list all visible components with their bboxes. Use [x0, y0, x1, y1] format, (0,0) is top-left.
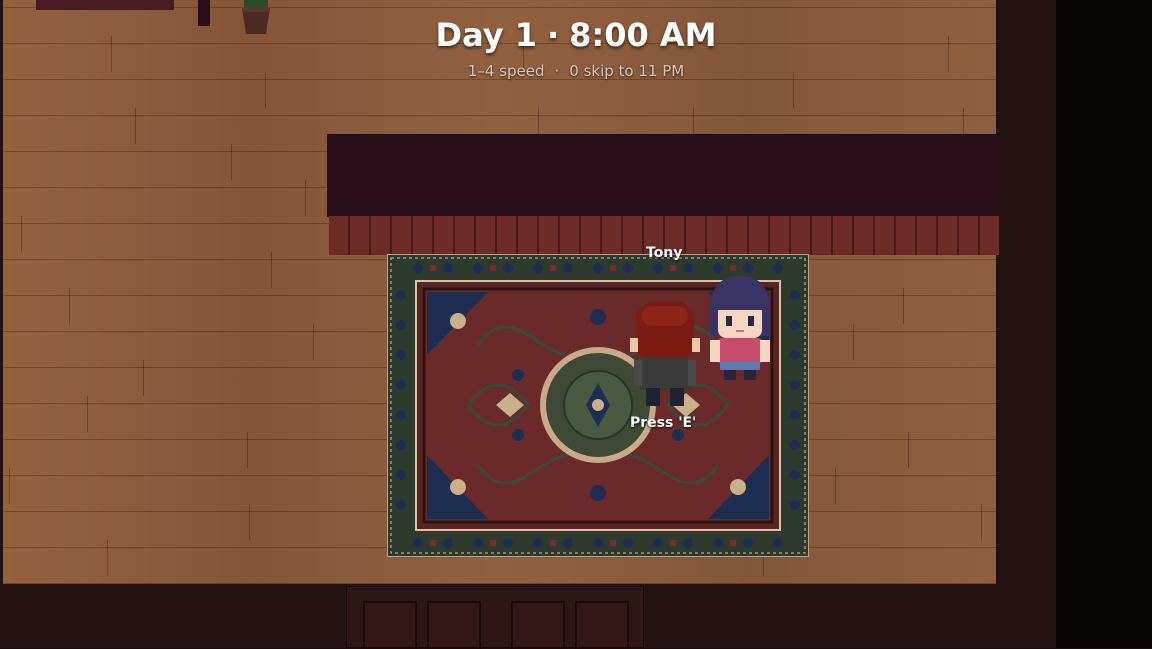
left-wall-edge: [0, 0, 3, 584]
out-of-bounds-void: [1056, 0, 1152, 648]
hud-separator: ·: [546, 16, 560, 54]
hud-clock: Day 1 · 8:00 AM: [0, 16, 1152, 54]
hud-time: 8:00 AM: [569, 16, 717, 54]
tony-npc-sprite[interactable]: [628, 300, 702, 410]
hint-speed: 1–4 speed: [467, 62, 545, 80]
girl-player-sprite: [704, 276, 776, 380]
hint-skip: 0 skip to 11 PM: [569, 62, 685, 80]
wooden-cabinet: [346, 586, 644, 649]
cabinet-door: [575, 601, 629, 649]
cabinet-door: [363, 601, 417, 649]
hud-day: Day 1: [435, 16, 537, 54]
hud-controls-hint: 1–4 speed · 0 skip to 11 PM: [0, 62, 1152, 80]
right-wall: [996, 0, 1056, 648]
hint-separator: ·: [554, 62, 560, 80]
doormat-edge: [36, 0, 174, 10]
interact-prompt: Press 'E': [630, 415, 697, 431]
cabinet-door: [511, 601, 565, 649]
npc-name-label: Tony: [646, 245, 683, 261]
cabinet-door: [427, 601, 481, 649]
counter-top: [327, 134, 999, 217]
